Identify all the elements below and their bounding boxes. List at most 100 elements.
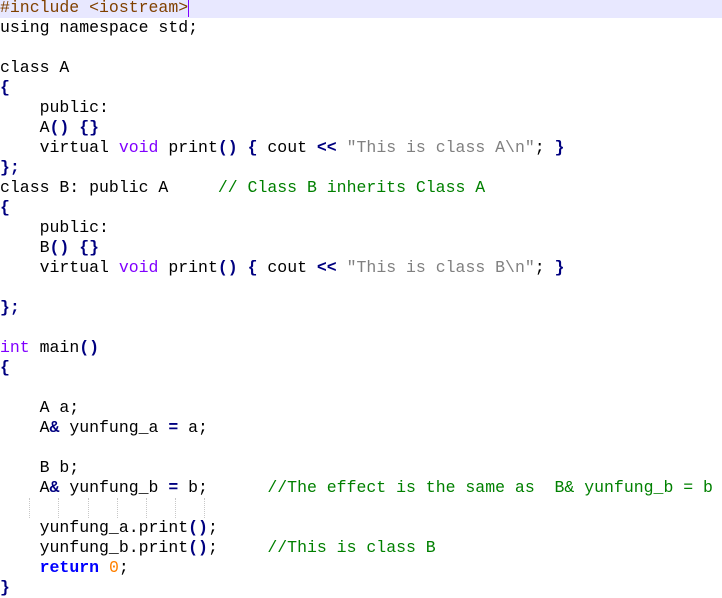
code-line[interactable]: yunfung_a.print(); [0, 518, 722, 538]
code-token: cout [257, 138, 317, 157]
code-line[interactable]: } [0, 578, 722, 598]
code-line[interactable]: B b; [0, 458, 722, 478]
code-token: ; [207, 518, 218, 537]
code-token: virtual [0, 138, 119, 157]
indent-guide [146, 498, 147, 518]
operator-token: () [188, 518, 208, 537]
operator-token: { [247, 138, 258, 157]
code-line[interactable]: class A [0, 58, 722, 78]
code-line[interactable]: yunfung_b.print(); //This is class B [0, 538, 722, 558]
comment-token: // Class B inherits Class A [217, 178, 486, 197]
code-line[interactable]: }; [0, 158, 722, 178]
string-token: "This is class B\n" [346, 258, 535, 277]
operator-token: = [168, 478, 179, 497]
operator-token: & [49, 418, 60, 437]
code-editor[interactable]: #include <iostream> using namespace std; c… [0, 0, 722, 598]
code-line[interactable]: }; [0, 298, 722, 318]
code-line[interactable]: virtual void print() { cout << "This is … [0, 258, 722, 278]
indent-guide [175, 498, 176, 518]
code-token: ; [534, 258, 555, 277]
code-line[interactable]: { [0, 78, 722, 98]
code-line[interactable]: public: [0, 218, 722, 238]
indent-guide [58, 498, 59, 518]
keyword-token: int [0, 338, 30, 357]
code-token: class A [0, 58, 70, 77]
comment-token: //This is class B [267, 538, 436, 557]
preprocessor-token: #include <iostream> [0, 0, 189, 17]
operator-token: { [0, 78, 10, 97]
code-token: ; [207, 538, 268, 557]
operator-token: { [0, 198, 10, 217]
code-line[interactable]: A a; [0, 398, 722, 418]
operator-token: << [316, 138, 337, 157]
code-line[interactable]: { [0, 198, 722, 218]
code-line[interactable] [0, 278, 722, 298]
code-line[interactable] [0, 318, 722, 338]
operator-token: { [247, 258, 258, 277]
code-token: class B: public A [0, 178, 218, 197]
indent-guide [88, 498, 89, 518]
indent-guide [117, 498, 118, 518]
code-token: using namespace std; [0, 18, 199, 37]
code-line[interactable]: B() {} [0, 238, 722, 258]
code-line[interactable] [0, 438, 722, 458]
code-line[interactable] [0, 498, 722, 518]
code-token: A [0, 118, 50, 137]
code-line[interactable]: A() {} [0, 118, 722, 138]
operator-token: {} [79, 238, 100, 257]
operator-token: } [554, 138, 565, 157]
operator-token: & [49, 478, 60, 497]
number-token: 0 [108, 558, 119, 577]
operator-token: = [168, 418, 179, 437]
code-line[interactable] [0, 378, 722, 398]
code-token: b; [178, 478, 268, 497]
operator-token: { [0, 358, 10, 377]
keyword-token: void [118, 138, 159, 157]
operator-token: } [0, 578, 10, 597]
code-line[interactable]: A& yunfung_a = a; [0, 418, 722, 438]
code-token: a; [178, 418, 208, 437]
code-token: cout [257, 258, 317, 277]
code-line[interactable]: #include <iostream> [0, 0, 722, 18]
code-token: yunfung_a.print [0, 518, 189, 537]
code-line[interactable]: { [0, 358, 722, 378]
code-line[interactable]: A& yunfung_b = b; //The effect is the sa… [0, 478, 722, 498]
code-token: A [0, 478, 50, 497]
operator-token: () [217, 258, 238, 277]
code-token: main [29, 338, 80, 357]
operator-token: () [49, 238, 70, 257]
code-line[interactable]: return 0; [0, 558, 722, 578]
code-token: yunfung_b.print [0, 538, 189, 557]
code-line[interactable]: virtual void print() { cout << "This is … [0, 138, 722, 158]
code-token: A [0, 418, 50, 437]
code-line[interactable]: public: [0, 98, 722, 118]
keyword-token: void [118, 258, 159, 277]
code-line[interactable]: using namespace std; [0, 18, 722, 38]
operator-token: () [79, 338, 100, 357]
code-token: yunfung_b [59, 478, 169, 497]
operator-token: } [554, 258, 565, 277]
code-line[interactable]: class B: public A // Class B inherits Cl… [0, 178, 722, 198]
comment-token: //The effect is the same as B& yunfung_b… [267, 478, 713, 497]
indent-guide [29, 498, 30, 518]
code-token: ; [534, 138, 555, 157]
operator-token: << [316, 258, 337, 277]
string-token: "This is class A\n" [346, 138, 535, 157]
text-caret [188, 0, 189, 17]
indent-guide [204, 498, 205, 518]
code-line[interactable]: int main() [0, 338, 722, 358]
operator-token: {} [79, 118, 100, 137]
keyword-token: return [39, 558, 100, 577]
code-token: public: [0, 98, 109, 117]
code-token: B [0, 238, 50, 257]
code-token: yunfung_a [59, 418, 169, 437]
code-token: print [158, 258, 218, 277]
code-line[interactable] [0, 38, 722, 58]
